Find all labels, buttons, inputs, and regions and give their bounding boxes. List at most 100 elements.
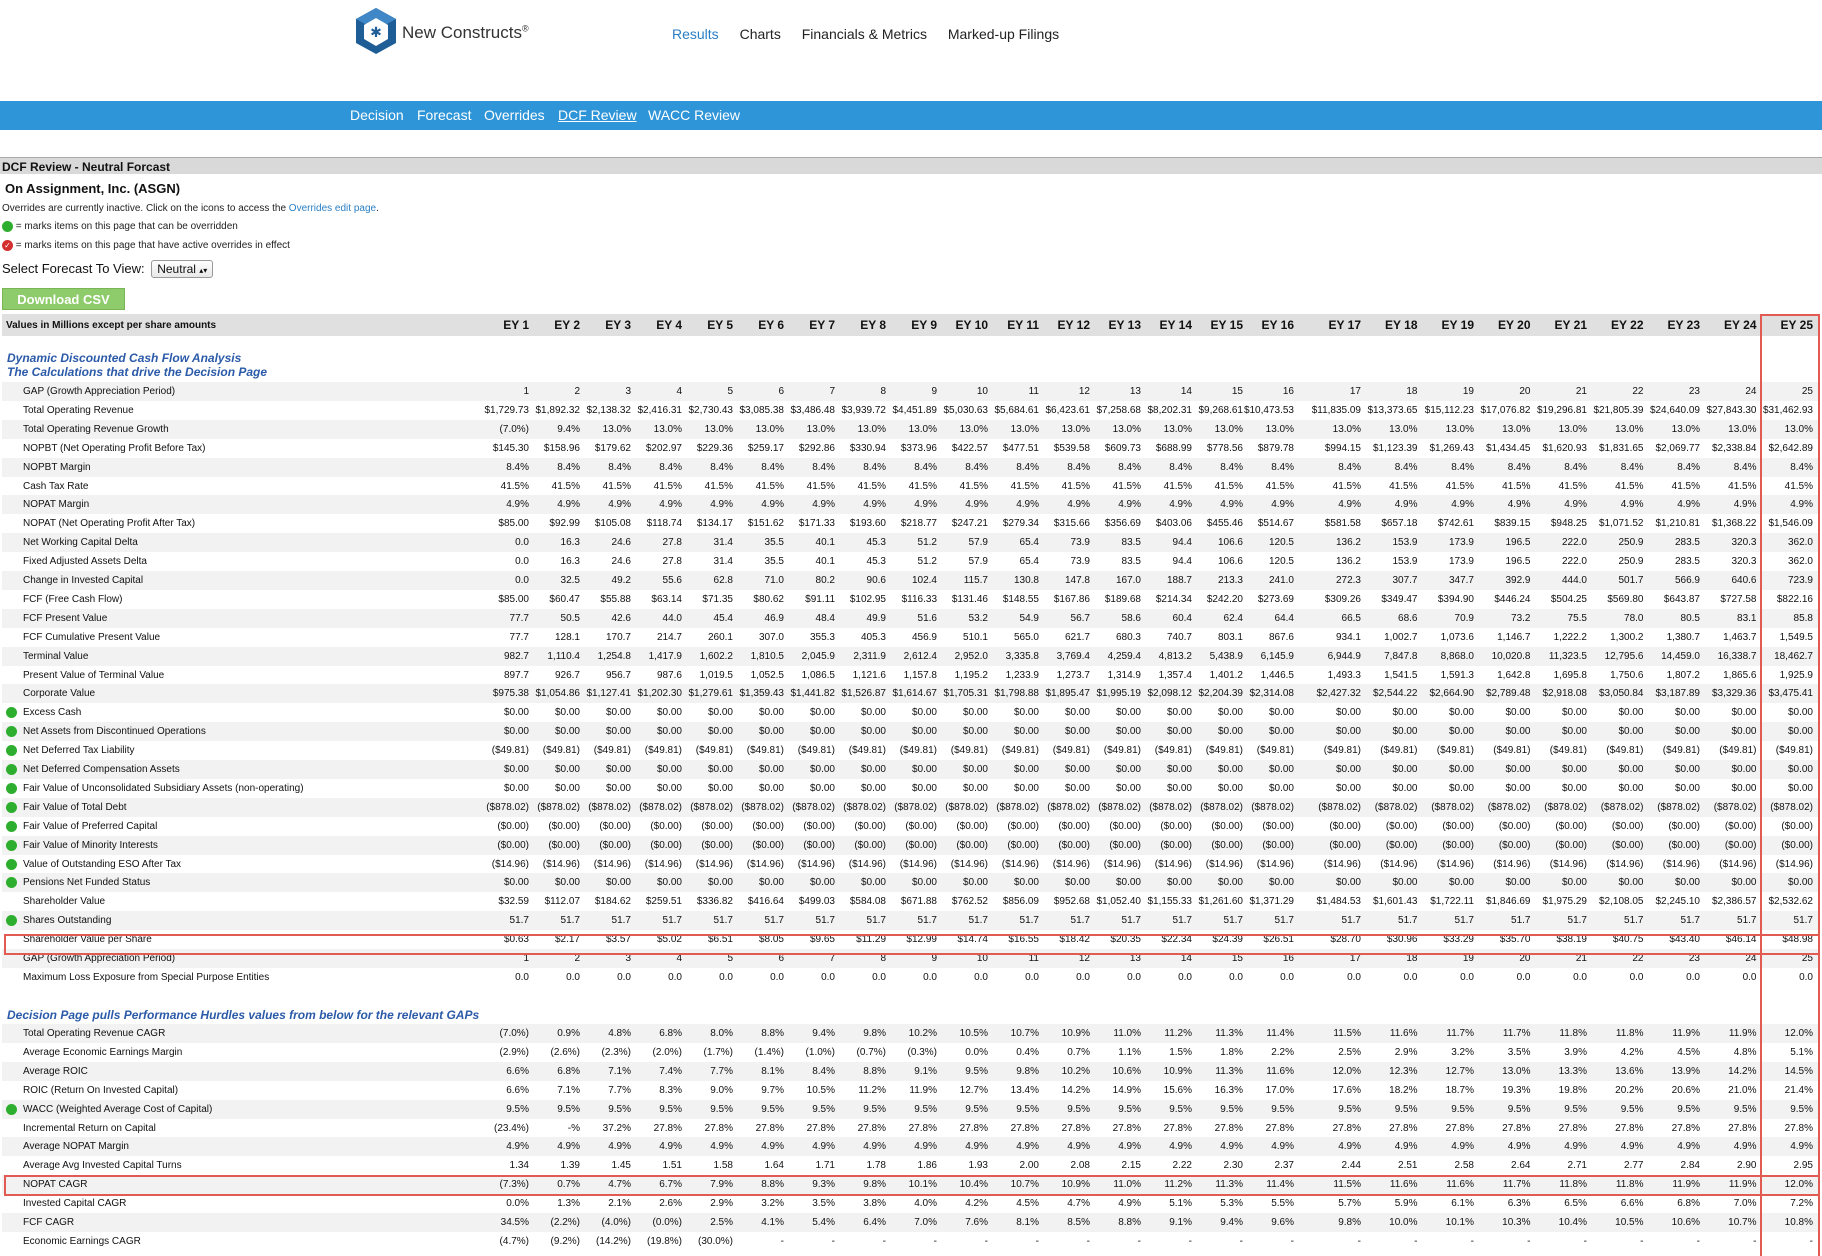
- top-nav-marked-up-filings[interactable]: Marked-up Filings: [948, 26, 1059, 42]
- table-cell: 347.7: [1448, 575, 1474, 586]
- table-cell: $0.00: [707, 726, 733, 738]
- table-cell: $0.00: [503, 707, 529, 719]
- table-cell: 9.5%: [1677, 1103, 1700, 1115]
- table-cell: $0.00: [1505, 764, 1531, 775]
- table-cell: ($878.02): [1600, 801, 1644, 813]
- override-icon[interactable]: [6, 820, 17, 832]
- table-cell: 130.8: [1013, 575, 1039, 586]
- table-cell: ($49.81): [899, 745, 937, 757]
- table-cell: 8.4%: [506, 461, 529, 473]
- table-cell: ($878.02): [690, 801, 733, 813]
- override-icon[interactable]: [6, 839, 17, 851]
- table-cell: 153.9: [1392, 537, 1418, 549]
- table-cell: 51.6: [917, 612, 937, 624]
- table-cell: 9.7%: [761, 1084, 784, 1096]
- table-cell: $0.00: [1268, 707, 1294, 719]
- override-icon[interactable]: [6, 782, 17, 794]
- table-cell: (14.2%): [595, 1235, 631, 1247]
- table-cell: ($0.00): [1007, 820, 1039, 832]
- table-cell: 14.2%: [1728, 1065, 1757, 1077]
- top-nav-results[interactable]: Results: [672, 26, 719, 42]
- table-cell: (4.7%): [499, 1235, 529, 1247]
- table-cell: $7,258.68: [1096, 404, 1142, 416]
- table-cell: 24.6: [611, 556, 631, 568]
- table-cell: 1,273.7: [1056, 669, 1090, 681]
- table-cell: (9.2%): [550, 1235, 580, 1247]
- row-label: NOPBT (Net Operating Profit Before Tax): [23, 442, 206, 454]
- override-icon[interactable]: [6, 1103, 17, 1115]
- table-cell: 10,020.8: [1491, 650, 1531, 662]
- table-cell: ($49.81): [1662, 745, 1700, 757]
- table-cell: (4.0%): [601, 1217, 631, 1228]
- brand-name[interactable]: New Constructs®: [402, 23, 529, 43]
- sub-nav-dcf-review[interactable]: DCF Review: [558, 107, 637, 123]
- table-cell: $279.34: [1002, 518, 1039, 530]
- sub-nav-overrides[interactable]: Overrides: [484, 107, 545, 123]
- table-cell: $1,601.43: [1373, 896, 1418, 908]
- table-cell: $0.00: [1268, 726, 1294, 738]
- override-icon[interactable]: [6, 745, 17, 757]
- override-icon[interactable]: [6, 707, 17, 719]
- table-cell: $259.17: [747, 442, 784, 454]
- table-cell: 4.8%: [1733, 1046, 1757, 1058]
- overrides-edit-link[interactable]: Overrides edit page: [289, 203, 376, 214]
- table-cell: 12.7%: [959, 1084, 988, 1096]
- table-cell: $0.00: [962, 782, 988, 794]
- table-cell: $0.00: [758, 877, 784, 889]
- top-nav-financials-metrics[interactable]: Financials & Metrics: [802, 26, 927, 42]
- column-header: EY 15: [1210, 318, 1243, 332]
- table-cell: $403.06: [1155, 518, 1192, 530]
- table-cell: 13.0%: [806, 423, 835, 435]
- table-cell: 320.3: [1731, 556, 1757, 568]
- table-cell: 83.1: [1737, 612, 1757, 624]
- override-icon[interactable]: [6, 764, 17, 775]
- new-constructs-logo-icon[interactable]: ✱: [352, 6, 400, 56]
- sub-nav-forecast[interactable]: Forecast: [417, 107, 471, 123]
- forecast-select[interactable]: Neutral ▴▾: [151, 260, 214, 278]
- table-cell: 6.8%: [1677, 1198, 1700, 1210]
- table-cell: 27.8: [662, 556, 682, 568]
- table-cell: 75.5: [1567, 612, 1587, 624]
- override-icon[interactable]: [6, 877, 17, 889]
- table-cell: 283.5: [1674, 537, 1700, 549]
- table-cell: -: [1753, 1235, 1757, 1247]
- table-cell: $0.00: [911, 726, 937, 738]
- table-cell: 250.9: [1618, 556, 1644, 568]
- table-cell: ($49.81): [1205, 745, 1243, 757]
- table-cell: $1,123.39: [1373, 442, 1418, 454]
- table-cell: 2.64: [1511, 1160, 1531, 1172]
- sub-nav-decision[interactable]: Decision: [350, 107, 404, 123]
- sub-nav-wacc-review[interactable]: WACC Review: [648, 107, 740, 123]
- table-cell: $1,705.31: [943, 688, 989, 700]
- table-cell: -%: [567, 1122, 580, 1134]
- table-cell: 13.0%: [908, 423, 937, 435]
- table-cell: $0.00: [758, 707, 784, 719]
- table-cell: 0.0: [1573, 971, 1587, 983]
- table-cell: 4.9%: [1507, 499, 1531, 511]
- override-icon[interactable]: [6, 915, 17, 927]
- table-cell: 4.9%: [1169, 499, 1192, 511]
- table-cell: 9.8%: [1338, 1217, 1361, 1228]
- table-cell: 8.4%: [1338, 461, 1361, 473]
- override-icon[interactable]: [6, 726, 17, 738]
- table-cell: $309.26: [1324, 593, 1361, 605]
- table-cell: 51.7: [1398, 915, 1418, 927]
- table-cell: $879.78: [1257, 442, 1294, 454]
- download-csv-button[interactable]: Download CSV: [2, 288, 125, 310]
- top-nav-charts[interactable]: Charts: [740, 26, 781, 42]
- table-cell: ($14.96): [1256, 858, 1294, 870]
- table-cell: 11.7%: [1446, 1028, 1474, 1039]
- table-cell: ($49.81): [491, 745, 529, 757]
- table-cell: 680.3: [1115, 631, 1141, 643]
- table-cell: 8.4%: [557, 461, 580, 473]
- table-cell: 31.4: [713, 537, 733, 549]
- table-cell: 0.0: [1229, 971, 1243, 983]
- table-cell: ($14.96): [1606, 858, 1644, 870]
- override-icon[interactable]: [6, 801, 17, 813]
- table-cell: 0.0: [923, 971, 937, 983]
- override-icon[interactable]: [6, 858, 17, 870]
- table-cell: 41.5%: [1615, 480, 1644, 492]
- table-cell: 11.2%: [858, 1084, 886, 1096]
- table-row: Total Operating Revenue Growth (7.0%) 9.4%…: [2, 419, 1820, 439]
- table-cell: 51.7: [1737, 915, 1757, 927]
